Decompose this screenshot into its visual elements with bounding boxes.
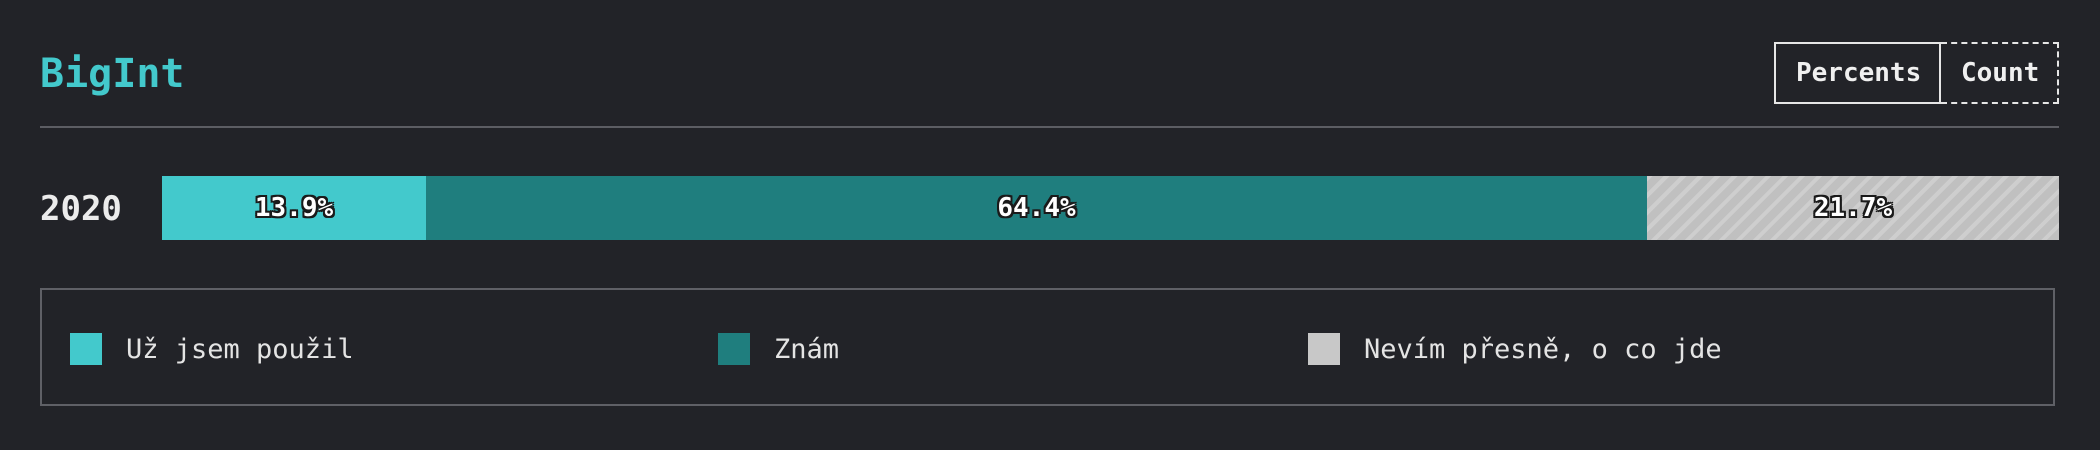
legend: Už jsem použil Znám Nevím přesně, o co jde [40, 288, 2055, 406]
legend-label-unsure: Nevím přesně, o co jde [1364, 333, 1722, 365]
view-mode-toggle: Percents Count [1774, 42, 2059, 104]
legend-item-unsure: Nevím přesně, o co jde [1308, 333, 1722, 365]
data-label-unsure: 21.7% [1813, 193, 1893, 223]
row-label-year: 2020 [40, 189, 122, 229]
bar-segment-used: 13.9% [162, 176, 426, 240]
legend-swatch-know [718, 333, 750, 365]
count-button[interactable]: Count [1941, 42, 2059, 104]
legend-swatch-unsure [1308, 333, 1340, 365]
header-divider [40, 126, 2059, 128]
chart-title: BigInt [40, 51, 185, 97]
data-label-used: 13.9% [254, 193, 334, 223]
percents-button[interactable]: Percents [1774, 42, 1941, 104]
data-label-know: 64.4% [997, 193, 1076, 223]
bar-segment-know: 64.4% [426, 176, 1647, 240]
bar-segment-unsure: 21.7% [1647, 176, 2059, 240]
legend-label-know: Znám [774, 333, 840, 365]
legend-item-know: Znám [718, 333, 839, 365]
legend-label-used: Už jsem použil [126, 333, 354, 365]
legend-swatch-used [70, 333, 102, 365]
legend-item-used: Už jsem použil [70, 333, 354, 365]
stacked-bar: 13.9% 64.4% 21.7% [162, 176, 2059, 240]
